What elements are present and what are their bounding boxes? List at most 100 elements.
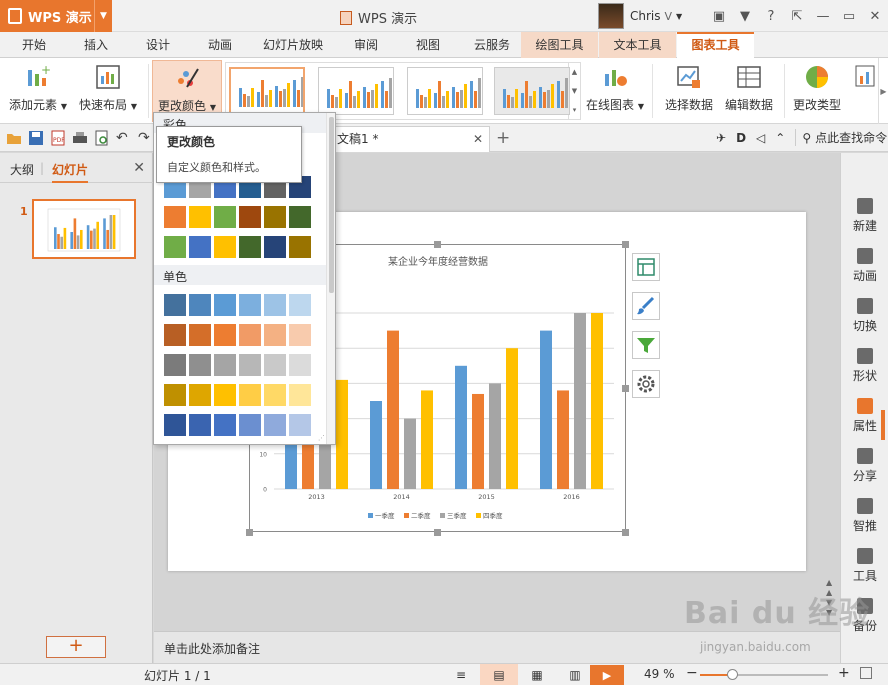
zoom-slider[interactable] xyxy=(700,669,828,680)
more-chart-tools-button[interactable] xyxy=(852,60,878,122)
colorful-swatch[interactable] xyxy=(214,236,236,258)
legend-label[interactable]: 二季度 xyxy=(411,511,431,520)
reading-view-icon[interactable]: ▥ xyxy=(556,664,594,685)
mono-swatch[interactable] xyxy=(264,294,286,316)
bar-2015-3[interactable] xyxy=(506,348,518,489)
tab-10[interactable]: 图表工具 xyxy=(677,32,754,59)
bar-2014-0[interactable] xyxy=(370,401,382,489)
mono-swatch[interactable] xyxy=(164,324,186,346)
mono-swatch[interactable] xyxy=(289,414,311,436)
edit-data-button[interactable]: 编辑数据 xyxy=(718,60,780,122)
mono-swatch[interactable] xyxy=(164,354,186,376)
mono-swatch[interactable] xyxy=(264,414,286,436)
app-menu-button[interactable]: WPS 演示 ▼ xyxy=(0,0,112,32)
close-button[interactable]: ✕ xyxy=(862,9,888,24)
user-name[interactable]: Chris xyxy=(630,9,661,23)
colorful-swatch[interactable] xyxy=(289,236,311,258)
open-folder-icon[interactable] xyxy=(6,130,22,146)
resize-handle[interactable] xyxy=(622,529,629,536)
redo-icon[interactable]: ↷ xyxy=(138,130,154,146)
bar-2014-2[interactable] xyxy=(404,418,416,489)
save-icon[interactable] xyxy=(28,130,44,146)
bar-2013-3[interactable] xyxy=(336,379,348,489)
ribbon-scroll-right[interactable]: ▶ xyxy=(878,58,888,124)
mono-swatch[interactable] xyxy=(164,414,186,436)
chart-settings-button[interactable] xyxy=(632,370,660,398)
resize-grip-icon[interactable]: ⋰ xyxy=(318,434,325,442)
gallery-expand-icon[interactable]: ▾ xyxy=(573,106,577,114)
skin-icon[interactable]: ▣ xyxy=(706,9,732,24)
bar-2014-3[interactable] xyxy=(421,390,433,489)
chart-style-thumb[interactable] xyxy=(407,67,483,115)
chevron-up-icon[interactable]: ▲ xyxy=(572,68,577,76)
mono-swatch[interactable] xyxy=(214,384,236,406)
colorful-swatch[interactable] xyxy=(164,206,186,228)
change-type-button[interactable]: 更改类型 xyxy=(788,60,846,122)
sorter-view-icon[interactable]: ▦ xyxy=(518,664,556,685)
legend-label[interactable]: 三季度 xyxy=(447,511,467,520)
tab-8[interactable]: 绘图工具 xyxy=(521,32,598,58)
mono-swatch[interactable] xyxy=(214,294,236,316)
scrollbar-thumb[interactable] xyxy=(329,117,334,293)
document-tab[interactable]: 文稿1 * ✕ xyxy=(330,126,490,152)
mono-swatch[interactable] xyxy=(239,414,261,436)
share-icon[interactable]: ◁ xyxy=(756,131,765,145)
colorful-swatch[interactable] xyxy=(239,206,261,228)
minimize-button[interactable]: — xyxy=(810,9,836,24)
mono-swatch[interactable] xyxy=(239,294,261,316)
mono-swatch[interactable] xyxy=(189,384,211,406)
print-preview-icon[interactable] xyxy=(94,130,110,146)
mono-swatch[interactable] xyxy=(214,414,236,436)
chart-style-button[interactable] xyxy=(632,292,660,320)
bar-2016-1[interactable] xyxy=(557,390,569,489)
zoom-level[interactable]: 49 % xyxy=(644,667,675,681)
resize-handle[interactable] xyxy=(246,529,253,536)
mono-swatch[interactable] xyxy=(239,324,261,346)
chart-filter-button[interactable] xyxy=(632,331,660,359)
collab-icon[interactable]: ✈ xyxy=(716,131,726,145)
colorful-swatch[interactable] xyxy=(264,206,286,228)
resize-handle[interactable] xyxy=(434,241,441,248)
shirt-icon[interactable]: ▼ xyxy=(732,9,758,24)
tab-5[interactable]: 审阅 xyxy=(340,32,392,58)
chevron-up-icon[interactable]: ⌃ xyxy=(775,131,785,145)
pdf-icon[interactable]: PDF xyxy=(50,130,66,146)
mono-swatch[interactable] xyxy=(164,294,186,316)
tab-slides[interactable]: 幻灯片 xyxy=(52,161,89,183)
bar-2016-0[interactable] xyxy=(540,330,552,489)
bar-2015-1[interactable] xyxy=(472,393,484,489)
bar-2014-1[interactable] xyxy=(387,330,399,489)
colorful-swatch[interactable] xyxy=(289,206,311,228)
tab-4[interactable]: 幻灯片放映 xyxy=(256,32,330,58)
mono-swatch[interactable] xyxy=(289,324,311,346)
pane-item-5[interactable]: 分享 xyxy=(841,448,888,484)
colorful-swatch[interactable] xyxy=(189,206,211,228)
mono-swatch[interactable] xyxy=(189,354,211,376)
tab-3[interactable]: 动画 xyxy=(194,32,246,58)
legend-label[interactable]: 一季度 xyxy=(375,511,395,520)
tab-7[interactable]: 云服务 xyxy=(464,32,520,58)
chart-style-thumb[interactable] xyxy=(494,67,570,115)
pane-item-7[interactable]: 工具 xyxy=(841,548,888,584)
restore-ribbon-icon[interactable]: ⇱ xyxy=(784,9,810,24)
legend-label[interactable]: 四季度 xyxy=(483,511,503,520)
dropdown-scrollbar[interactable] xyxy=(326,113,335,444)
pane-item-0[interactable]: 新建 xyxy=(841,198,888,234)
mono-swatch[interactable] xyxy=(239,354,261,376)
mono-swatch[interactable] xyxy=(189,414,211,436)
bar-2015-0[interactable] xyxy=(455,365,467,489)
d-icon[interactable]: D xyxy=(736,131,746,145)
tab-1[interactable]: 插入 xyxy=(70,32,122,58)
chevron-down-icon[interactable]: ▼ xyxy=(676,12,682,21)
tab-6[interactable]: 视图 xyxy=(402,32,454,58)
undo-icon[interactable]: ↶ xyxy=(116,130,132,146)
new-tab-button[interactable]: + xyxy=(496,128,510,148)
mono-swatch[interactable] xyxy=(264,384,286,406)
mono-swatch[interactable] xyxy=(189,294,211,316)
resize-handle[interactable] xyxy=(434,529,441,536)
avatar[interactable] xyxy=(598,3,624,29)
colorful-swatch[interactable] xyxy=(164,236,186,258)
zoom-out-button[interactable]: − xyxy=(686,665,698,681)
mono-swatch[interactable] xyxy=(289,294,311,316)
resize-handle[interactable] xyxy=(622,385,629,392)
